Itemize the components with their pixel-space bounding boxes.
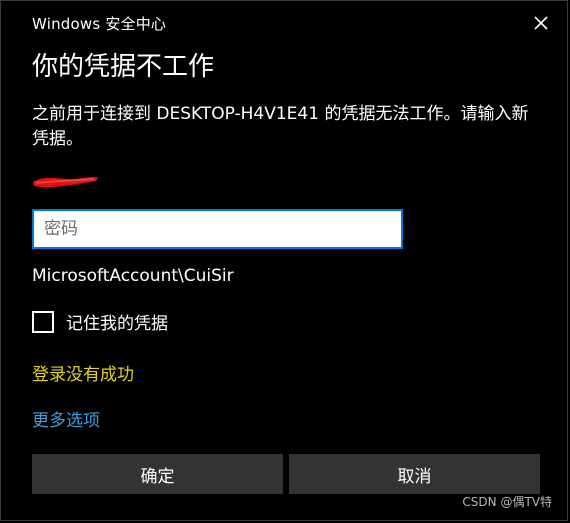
cancel-button[interactable]: 取消	[289, 454, 540, 494]
login-error-message: 登录没有成功	[32, 365, 134, 385]
dialog-body: Windows 安全中心 你的凭据不工作 之前用于连接到 DESKTOP-H4V…	[2, 2, 566, 519]
dialog-message: 之前用于连接到 DESKTOP-H4V1E41 的凭据无法工作。请输入新凭据。	[32, 104, 529, 149]
checkbox-box[interactable]	[32, 310, 54, 333]
more-options-link[interactable]: 更多选项	[32, 406, 100, 431]
window-title: Windows 安全中心	[32, 15, 167, 33]
remember-credentials-checkbox[interactable]: 记住我的凭据	[32, 309, 168, 334]
remember-credentials-label: 记住我的凭据	[66, 314, 168, 334]
account-name: MicrosoftAccount\CuiSir	[32, 266, 234, 286]
watermark: CSDN @偶TV特	[462, 495, 552, 509]
close-button[interactable]	[528, 10, 554, 36]
dialog-heading: 你的凭据不工作	[32, 52, 215, 82]
password-input[interactable]	[32, 209, 403, 249]
credential-dialog: Windows 安全中心 你的凭据不工作 之前用于连接到 DESKTOP-H4V…	[0, 0, 568, 521]
close-icon	[534, 16, 548, 30]
redacted-username-mark	[33, 176, 98, 188]
ok-button[interactable]: 确定	[32, 454, 283, 494]
